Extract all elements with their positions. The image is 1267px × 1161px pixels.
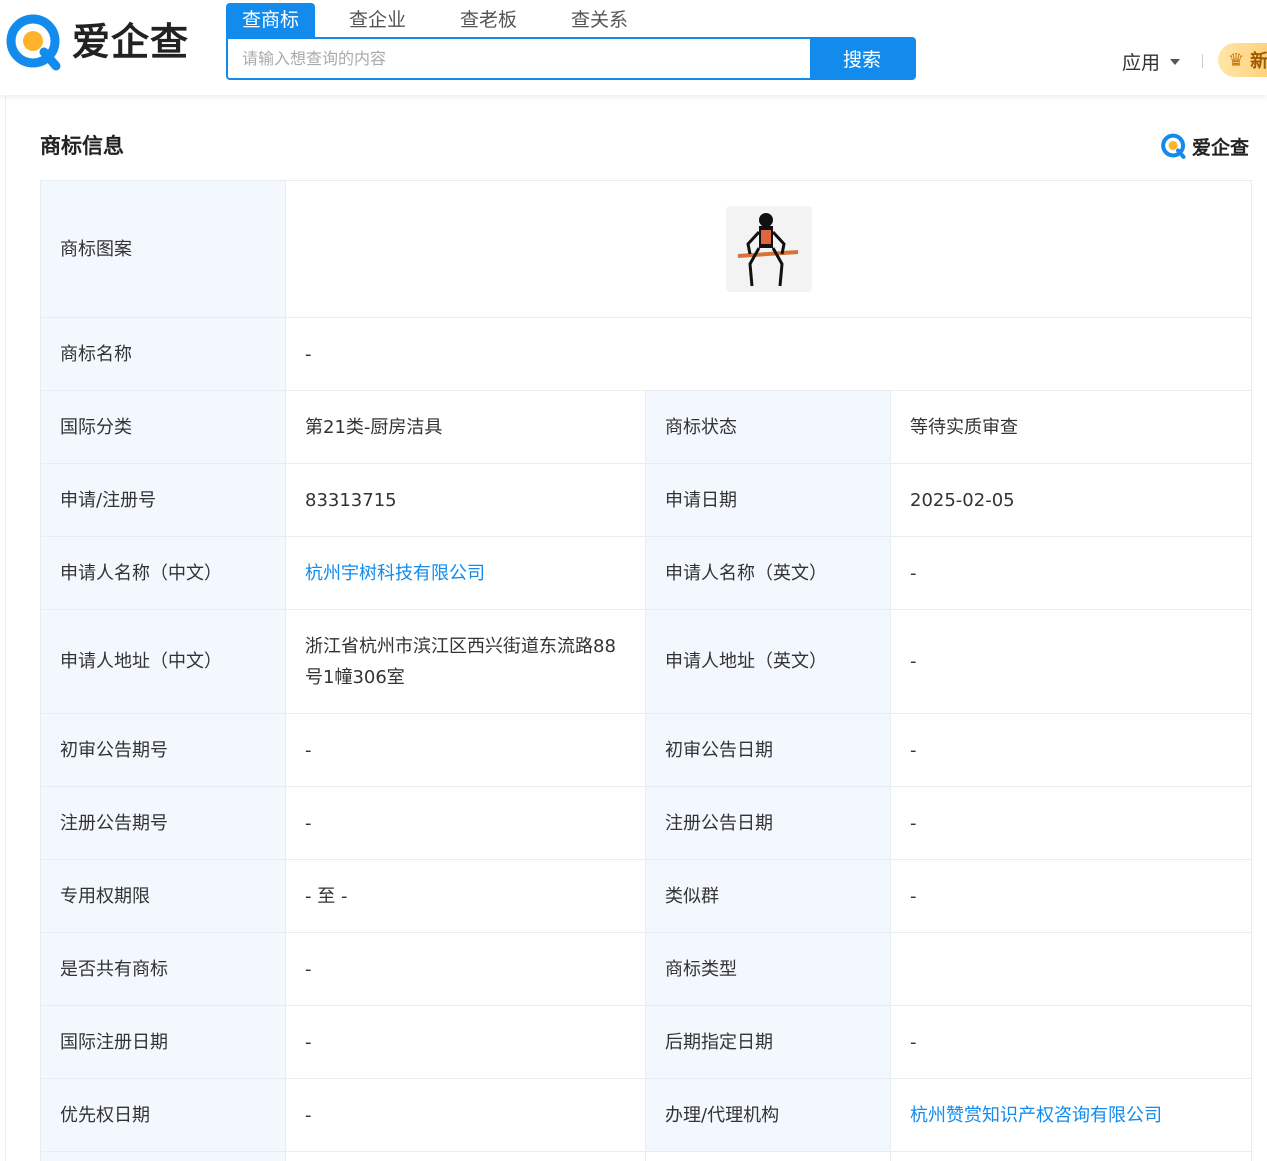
- value-prelim-date: -: [889, 713, 1253, 787]
- value-similar-group: -: [889, 859, 1253, 933]
- label-later-designation: 后期指定日期: [645, 1005, 891, 1079]
- value-reg-issue: -: [285, 786, 646, 860]
- logo-text: 爱企查: [72, 20, 190, 64]
- value-applicant-en: -: [889, 536, 1253, 610]
- table-row: 注册公告期号 - 注册公告日期 -: [40, 786, 1253, 860]
- crown-icon: ♛: [1228, 49, 1245, 71]
- table-row: 专用权期限 - 至 - 类似群 -: [40, 859, 1253, 933]
- value-address-en: -: [889, 609, 1253, 714]
- value-agency-cell: 杭州赞赏知识产权咨询有限公司: [889, 1078, 1253, 1152]
- label-cut-off: [40, 1151, 286, 1161]
- label-prelim-issue: 初审公告期号: [40, 713, 286, 787]
- table-row: 商标图案: [40, 180, 1253, 318]
- caret-down-icon: [1170, 58, 1181, 65]
- value-later-designation: -: [889, 1005, 1253, 1079]
- aiqicha-logo-icon: [6, 14, 61, 71]
- label-applicant-en: 申请人名称（英文）: [645, 536, 891, 610]
- table-row: 申请/注册号 83313715 申请日期 2025-02-05: [40, 463, 1253, 537]
- app-menu-label: 应用: [1122, 52, 1161, 74]
- top-header: 爱企查 查商标 查企业 查老板 查关系 搜索 应用 ♛ 新: [0, 0, 1267, 95]
- label-prelim-date: 初审公告日期: [645, 713, 891, 787]
- table-row: 商标名称 -: [40, 317, 1253, 391]
- label-intl-reg-date: 国际注册日期: [40, 1005, 286, 1079]
- value-reg-date: -: [889, 786, 1253, 860]
- label-cut-off-2: [645, 1151, 891, 1161]
- value-apply-date: 2025-02-05: [889, 463, 1253, 537]
- label-trademark-name: 商标名称: [40, 317, 286, 391]
- label-reg-number: 申请/注册号: [40, 463, 286, 537]
- value-cut-off-2: [889, 1151, 1253, 1161]
- value-trademark-name: -: [284, 317, 1253, 391]
- value-reg-number: 83313715: [285, 463, 646, 537]
- value-address-cn: 浙江省杭州市滨江区西兴街道东流路88号1幢306室: [285, 609, 646, 714]
- label-priority-date: 优先权日期: [40, 1078, 286, 1152]
- value-cut-off: [285, 1151, 646, 1161]
- table-row: 国际分类 第21类-厨房洁具 商标状态 等待实质审查: [40, 390, 1253, 464]
- aiqicha-small-text: 爱企查: [1192, 136, 1250, 159]
- table-row: 国际注册日期 - 后期指定日期 -: [40, 1005, 1253, 1079]
- applicant-link[interactable]: 杭州宇树科技有限公司: [305, 563, 485, 584]
- trademark-image-cell: [284, 180, 1253, 318]
- label-address-en: 申请人地址（英文）: [645, 609, 891, 714]
- table-row: [40, 1151, 1253, 1161]
- section-title: 商标信息: [40, 134, 124, 158]
- aiqicha-logo[interactable]: 爱企查: [4, 11, 204, 73]
- tab-trademark[interactable]: 查商标: [226, 3, 316, 38]
- value-prelim-issue: -: [285, 713, 646, 787]
- table-row: 优先权日期 - 办理/代理机构 杭州赞赏知识产权咨询有限公司: [40, 1078, 1253, 1152]
- search-box: 搜索: [226, 37, 916, 80]
- table-row: 申请人名称（中文） 杭州宇树科技有限公司 申请人名称（英文） -: [40, 536, 1253, 610]
- agency-link[interactable]: 杭州赞赏知识产权咨询有限公司: [910, 1105, 1162, 1126]
- label-address-cn: 申请人地址（中文）: [40, 609, 286, 714]
- trademark-info-table: 商标图案 商标名称 - 国际分类 第21类-厨房洁具 商标状态 等待实质审查 申…: [40, 180, 1253, 1161]
- header-divider: [1202, 54, 1203, 68]
- value-shared-trademark: -: [285, 932, 646, 1006]
- label-reg-date: 注册公告日期: [645, 786, 891, 860]
- value-priority-date: -: [285, 1078, 646, 1152]
- tab-relation[interactable]: 查关系: [555, 3, 644, 38]
- vip-label: 新: [1250, 51, 1267, 72]
- value-exclusive-period: - 至 -: [285, 859, 646, 933]
- app-menu[interactable]: 应用: [1122, 48, 1181, 75]
- table-row: 申请人地址（中文） 浙江省杭州市滨江区西兴街道东流路88号1幢306室 申请人地…: [40, 609, 1253, 714]
- search-tabs: 查商标 查企业 查老板 查关系: [226, 3, 666, 38]
- trademark-image[interactable]: [725, 206, 812, 292]
- table-row: 是否共有商标 - 商标类型: [40, 932, 1253, 1006]
- label-trademark-type: 商标类型: [645, 932, 891, 1006]
- search-button[interactable]: 搜索: [810, 39, 914, 78]
- label-trademark-status: 商标状态: [645, 390, 891, 464]
- value-trademark-status: 等待实质审查: [889, 390, 1253, 464]
- aiqicha-watermark: 爱企查: [1160, 132, 1249, 160]
- label-apply-date: 申请日期: [645, 463, 891, 537]
- vip-button[interactable]: ♛ 新: [1218, 43, 1267, 77]
- tab-company[interactable]: 查企业: [333, 3, 422, 38]
- label-exclusive-period: 专用权期限: [40, 859, 286, 933]
- label-intl-class: 国际分类: [40, 390, 286, 464]
- search-input[interactable]: [228, 39, 810, 78]
- value-trademark-type: [889, 932, 1253, 1006]
- tab-boss[interactable]: 查老板: [444, 3, 533, 38]
- label-trademark-image: 商标图案: [40, 180, 286, 318]
- value-applicant-cn-cell: 杭州宇树科技有限公司: [285, 536, 646, 610]
- label-reg-issue: 注册公告期号: [40, 786, 286, 860]
- label-agency: 办理/代理机构: [645, 1078, 891, 1152]
- value-intl-reg-date: -: [285, 1005, 646, 1079]
- label-applicant-cn: 申请人名称（中文）: [40, 536, 286, 610]
- label-shared-trademark: 是否共有商标: [40, 932, 286, 1006]
- aiqicha-small-icon: [1161, 133, 1186, 159]
- value-intl-class: 第21类-厨房洁具: [285, 390, 646, 464]
- label-similar-group: 类似群: [645, 859, 891, 933]
- table-row: 初审公告期号 - 初审公告日期 -: [40, 713, 1253, 787]
